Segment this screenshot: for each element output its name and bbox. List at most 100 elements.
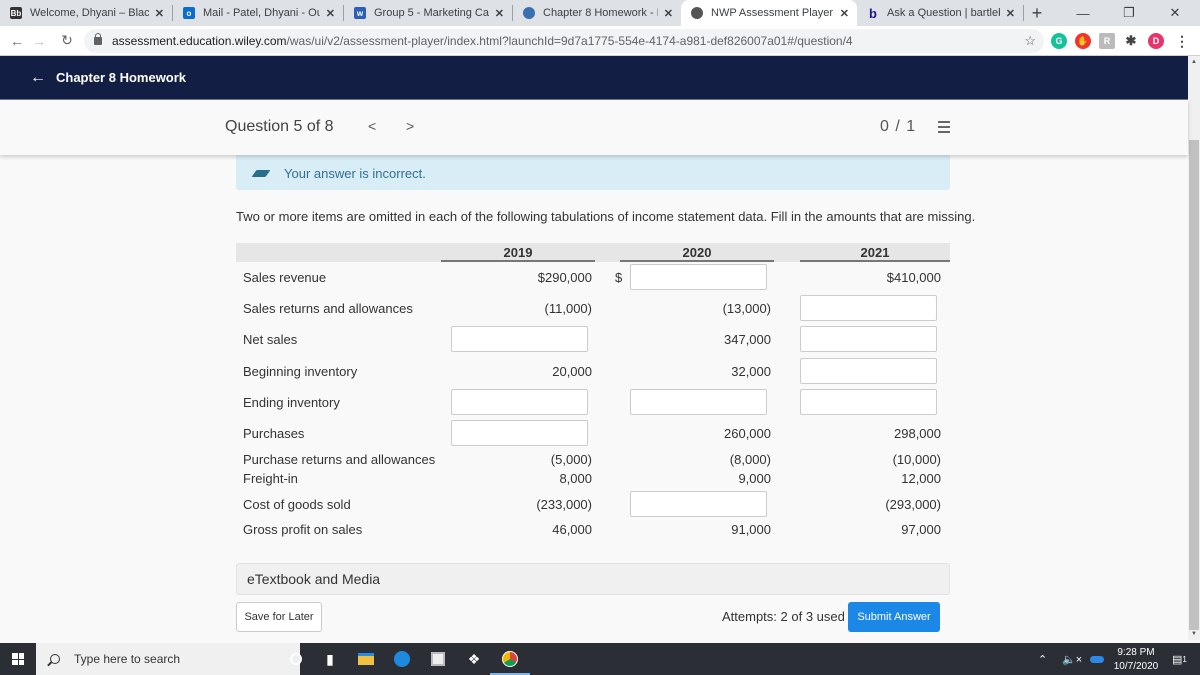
cell-value: 20,000 (552, 364, 592, 379)
word-icon: w (354, 7, 366, 19)
amount-input-2020[interactable] (630, 389, 767, 415)
browser-tab[interactable]: o Mail - Patel, Dhyani - Outlool ✕ (173, 0, 343, 26)
clock-date: 10/7/2020 (1113, 661, 1159, 672)
next-question-button[interactable]: > (406, 118, 414, 134)
reload-icon[interactable]: ↻ (56, 32, 78, 49)
grammarly-icon[interactable]: G (1051, 33, 1067, 49)
chrome-icon[interactable] (500, 649, 520, 669)
browser-menu-icon[interactable]: ⋮ (1174, 33, 1190, 49)
amount-input-2020[interactable] (630, 491, 767, 517)
edge-icon[interactable] (392, 649, 412, 669)
tab-close-icon[interactable]: ✕ (840, 7, 849, 20)
extension-icon[interactable]: R (1099, 33, 1115, 49)
amount-input-2020[interactable] (630, 264, 767, 290)
dropbox-icon[interactable]: ❖ (464, 649, 484, 669)
cell-value: 32,000 (731, 364, 771, 379)
table-header: 2019 2020 2021 (236, 243, 950, 262)
tab-close-icon[interactable]: ✕ (495, 7, 504, 20)
browser-tab-strip: Bb Welcome, Dhyani – Blackboa ✕ o Mail - Pat… (0, 0, 1200, 26)
clock-time: 9:28 PM (1117, 647, 1155, 658)
url-path: /was/ui/v2/assessment-player/index.html?… (286, 34, 853, 48)
new-tab-button[interactable]: + (1024, 0, 1050, 26)
amount-input-2021[interactable] (800, 358, 937, 384)
maximize-button[interactable]: ❐ (1106, 0, 1152, 26)
browser-tab[interactable]: Bb Welcome, Dhyani – Blackboa ✕ (0, 0, 172, 26)
amount-input-2019[interactable] (451, 420, 588, 446)
question-nav-bar: Question 5 of 8 < > 0 / 1 (0, 100, 1188, 155)
notification-center-icon[interactable]: ▤ 1 (1172, 643, 1187, 675)
store-icon[interactable] (428, 649, 448, 669)
address-bar[interactable]: assessment.education.wiley.com/was/ui/v2… (84, 29, 1044, 53)
minimize-button[interactable]: — (1060, 0, 1106, 26)
profile-avatar[interactable]: D (1148, 33, 1164, 49)
tab-close-icon[interactable]: ✕ (664, 7, 673, 20)
column-header-2019: 2019 (441, 243, 595, 262)
tab-title: Mail - Patel, Dhyani - Outlool (203, 7, 320, 19)
cell-value: 298,000 (894, 426, 941, 441)
amount-input-2019[interactable] (451, 389, 588, 415)
column-header-2021: 2021 (800, 243, 950, 262)
submit-answer-button[interactable]: Submit Answer (848, 602, 940, 632)
puzzle-icon[interactable]: ✱ (1123, 33, 1139, 49)
cortana-icon[interactable] (286, 649, 306, 669)
bartleby-icon: b (869, 5, 877, 21)
amount-input-2021[interactable] (800, 326, 937, 352)
cell-value: 8,000 (559, 471, 592, 486)
file-explorer-icon[interactable] (356, 649, 376, 669)
save-for-later-button[interactable]: Save for Later (236, 602, 322, 632)
page-scrollbar[interactable]: ▲ ▼ (1188, 56, 1200, 640)
tab-title: Welcome, Dhyani – Blackboa (30, 7, 149, 19)
system-clock[interactable]: 9:28 PM 10/7/2020 (1110, 646, 1162, 674)
tab-close-icon[interactable]: ✕ (155, 7, 164, 20)
amount-input-2019[interactable] (451, 326, 588, 352)
tab-title: Group 5 - Marketing Case W (374, 7, 489, 19)
cell-value: 347,000 (724, 332, 771, 347)
notification-count: 1 (1182, 654, 1187, 664)
currency-prefix: $ (615, 270, 623, 285)
row-label: Net sales (243, 332, 298, 347)
adblock-icon[interactable]: ✋ (1075, 33, 1091, 49)
tab-close-icon[interactable]: ✕ (1006, 7, 1015, 20)
row-label: Ending inventory (243, 395, 340, 410)
row-label: Freight-in (243, 471, 298, 486)
window-close-button[interactable]: ✕ (1152, 0, 1198, 26)
amount-input-2021[interactable] (800, 295, 937, 321)
back-icon[interactable]: ← (6, 33, 28, 49)
browser-tab[interactable]: NWP Assessment Player UI A ✕ (681, 0, 857, 26)
assignment-title[interactable]: Chapter 8 Homework (56, 70, 186, 85)
forward-icon[interactable]: → (28, 33, 50, 49)
previous-question-button[interactable]: < (368, 118, 376, 134)
question-list-icon[interactable] (934, 121, 950, 135)
scroll-thumb[interactable] (1189, 140, 1199, 630)
scroll-down-icon[interactable]: ▼ (1188, 628, 1200, 640)
cell-value: (8,000) (729, 452, 771, 467)
volume-muted-icon[interactable]: 🔈× (1062, 643, 1082, 675)
etextbook-media-panel[interactable]: eTextbook and Media (236, 563, 950, 595)
wiley-icon (523, 7, 535, 19)
bookmark-star-icon[interactable]: ☆ (1024, 33, 1036, 49)
windows-taskbar: Type here to search ▮ ❖ ⌃ 🔈× 9:28 PM 10/… (0, 643, 1200, 675)
tab-close-icon[interactable]: ✕ (326, 7, 335, 20)
tab-title: Chapter 8 Homework - FINAl (543, 7, 658, 19)
amount-input-2021[interactable] (800, 389, 937, 415)
start-button[interactable] (0, 643, 36, 675)
tray-overflow-icon[interactable]: ⌃ (1038, 643, 1047, 675)
browser-tab[interactable]: b Ask a Question | bartleby ✕ (857, 0, 1023, 26)
taskbar-search-placeholder: Type here to search (74, 652, 181, 666)
task-view-icon[interactable]: ▮ (320, 649, 340, 669)
globe-icon (691, 7, 703, 19)
scroll-up-icon[interactable]: ▲ (1188, 56, 1200, 68)
browser-tab[interactable]: w Group 5 - Marketing Case W ✕ (344, 0, 512, 26)
cell-value: (5,000) (550, 452, 592, 467)
browser-toolbar: ← → ↻ assessment.education.wiley.com/was… (0, 26, 1200, 56)
row-label: Beginning inventory (243, 364, 358, 379)
onedrive-icon[interactable] (1090, 643, 1104, 675)
cell-value: (233,000) (536, 497, 592, 512)
taskbar-search[interactable]: Type here to search (36, 643, 300, 675)
cell-value: 46,000 (552, 522, 592, 537)
back-arrow-icon[interactable]: ← (30, 69, 46, 87)
browser-tab[interactable]: Chapter 8 Homework - FINAl ✕ (513, 0, 681, 26)
cell-value: (10,000) (892, 452, 941, 467)
row-label: Purchase returns and allowances (243, 452, 436, 467)
cell-value: (11,000) (544, 301, 592, 316)
